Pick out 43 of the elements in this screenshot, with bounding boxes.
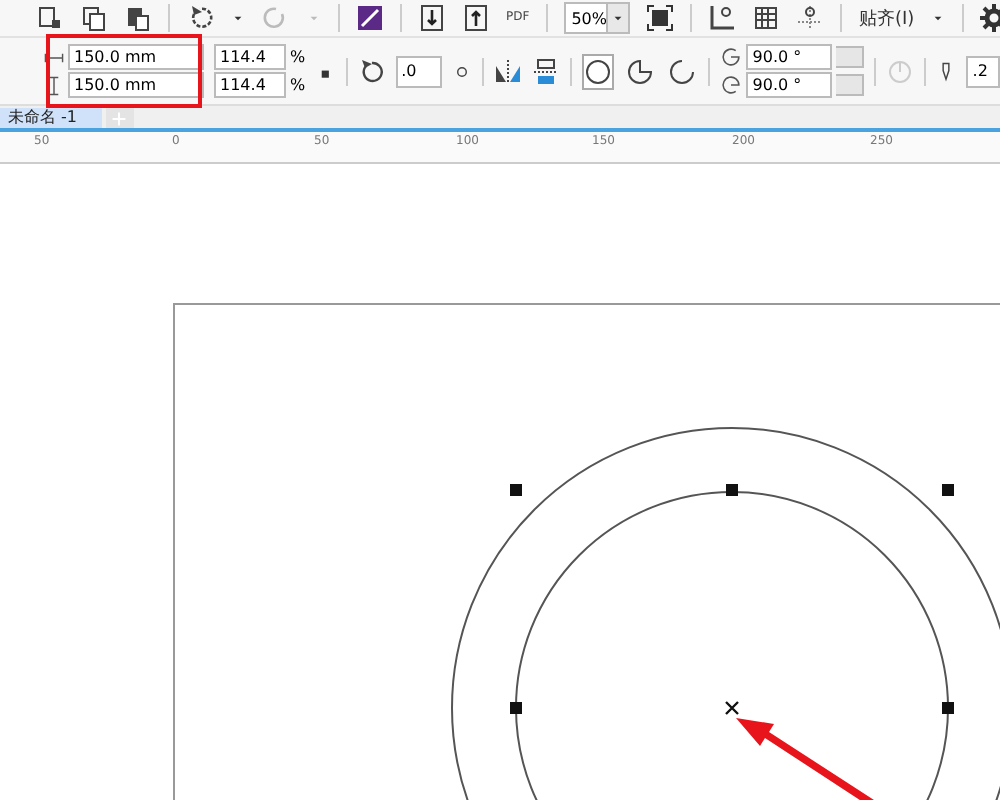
- grid-icon[interactable]: [752, 4, 781, 32]
- end-angle-icon[interactable]: [720, 74, 743, 96]
- end-angle-field[interactable]: 90.0 °: [746, 72, 833, 98]
- mirror-horizontal-icon[interactable]: [494, 57, 523, 85]
- scale-field[interactable]: 114.4: [214, 72, 286, 98]
- guideline-icon[interactable]: [796, 4, 825, 32]
- zoom-dropdown[interactable]: 50%: [563, 2, 631, 34]
- scale-field[interactable]: 114.4: [214, 44, 286, 70]
- arrow: [736, 718, 874, 800]
- unit-label: %: [290, 73, 306, 97]
- outline-width-field[interactable]: .2: [966, 55, 1000, 87]
- export-icon[interactable]: [462, 4, 490, 32]
- copy-icon[interactable]: [80, 4, 108, 32]
- unit-label: %: [290, 45, 306, 69]
- height-icon[interactable]: [44, 75, 64, 95]
- center-mark: [724, 700, 740, 716]
- page-icon[interactable]: [36, 4, 64, 32]
- selection-handle[interactable]: [510, 484, 522, 496]
- rotate-icon[interactable]: [357, 57, 386, 85]
- selection-handle[interactable]: [942, 484, 954, 496]
- selection-handle[interactable]: [726, 484, 738, 496]
- width-field[interactable]: 150.0 mm: [68, 44, 204, 70]
- origin-icon[interactable]: [452, 61, 473, 81]
- paste-icon[interactable]: [124, 4, 152, 32]
- pie-icon: [626, 57, 655, 85]
- height-field[interactable]: 150.0 mm: [68, 72, 204, 98]
- selection-handle[interactable]: [510, 702, 522, 714]
- document-tab[interactable]: 未命名 -1: [0, 108, 102, 128]
- ellipse-button[interactable]: [582, 53, 615, 89]
- undo-icon[interactable]: [186, 4, 214, 32]
- import-icon[interactable]: [418, 4, 446, 32]
- ellipse-icon: [584, 57, 613, 85]
- start-angle-icon[interactable]: [720, 46, 743, 68]
- full-screen-icon[interactable]: [646, 4, 675, 32]
- start-angle-field[interactable]: 90.0 °: [746, 44, 833, 70]
- settings-icon[interactable]: [980, 4, 1000, 32]
- launcher-icon[interactable]: [356, 4, 384, 32]
- ruler-icon[interactable]: [708, 4, 737, 32]
- selection-handle[interactable]: [942, 702, 954, 714]
- mirror-vertical-icon[interactable]: [532, 57, 561, 85]
- rotation-field[interactable]: .0: [395, 55, 443, 87]
- snap-menu[interactable]: 贴齐(I): [858, 5, 915, 31]
- arc-icon: [668, 57, 697, 85]
